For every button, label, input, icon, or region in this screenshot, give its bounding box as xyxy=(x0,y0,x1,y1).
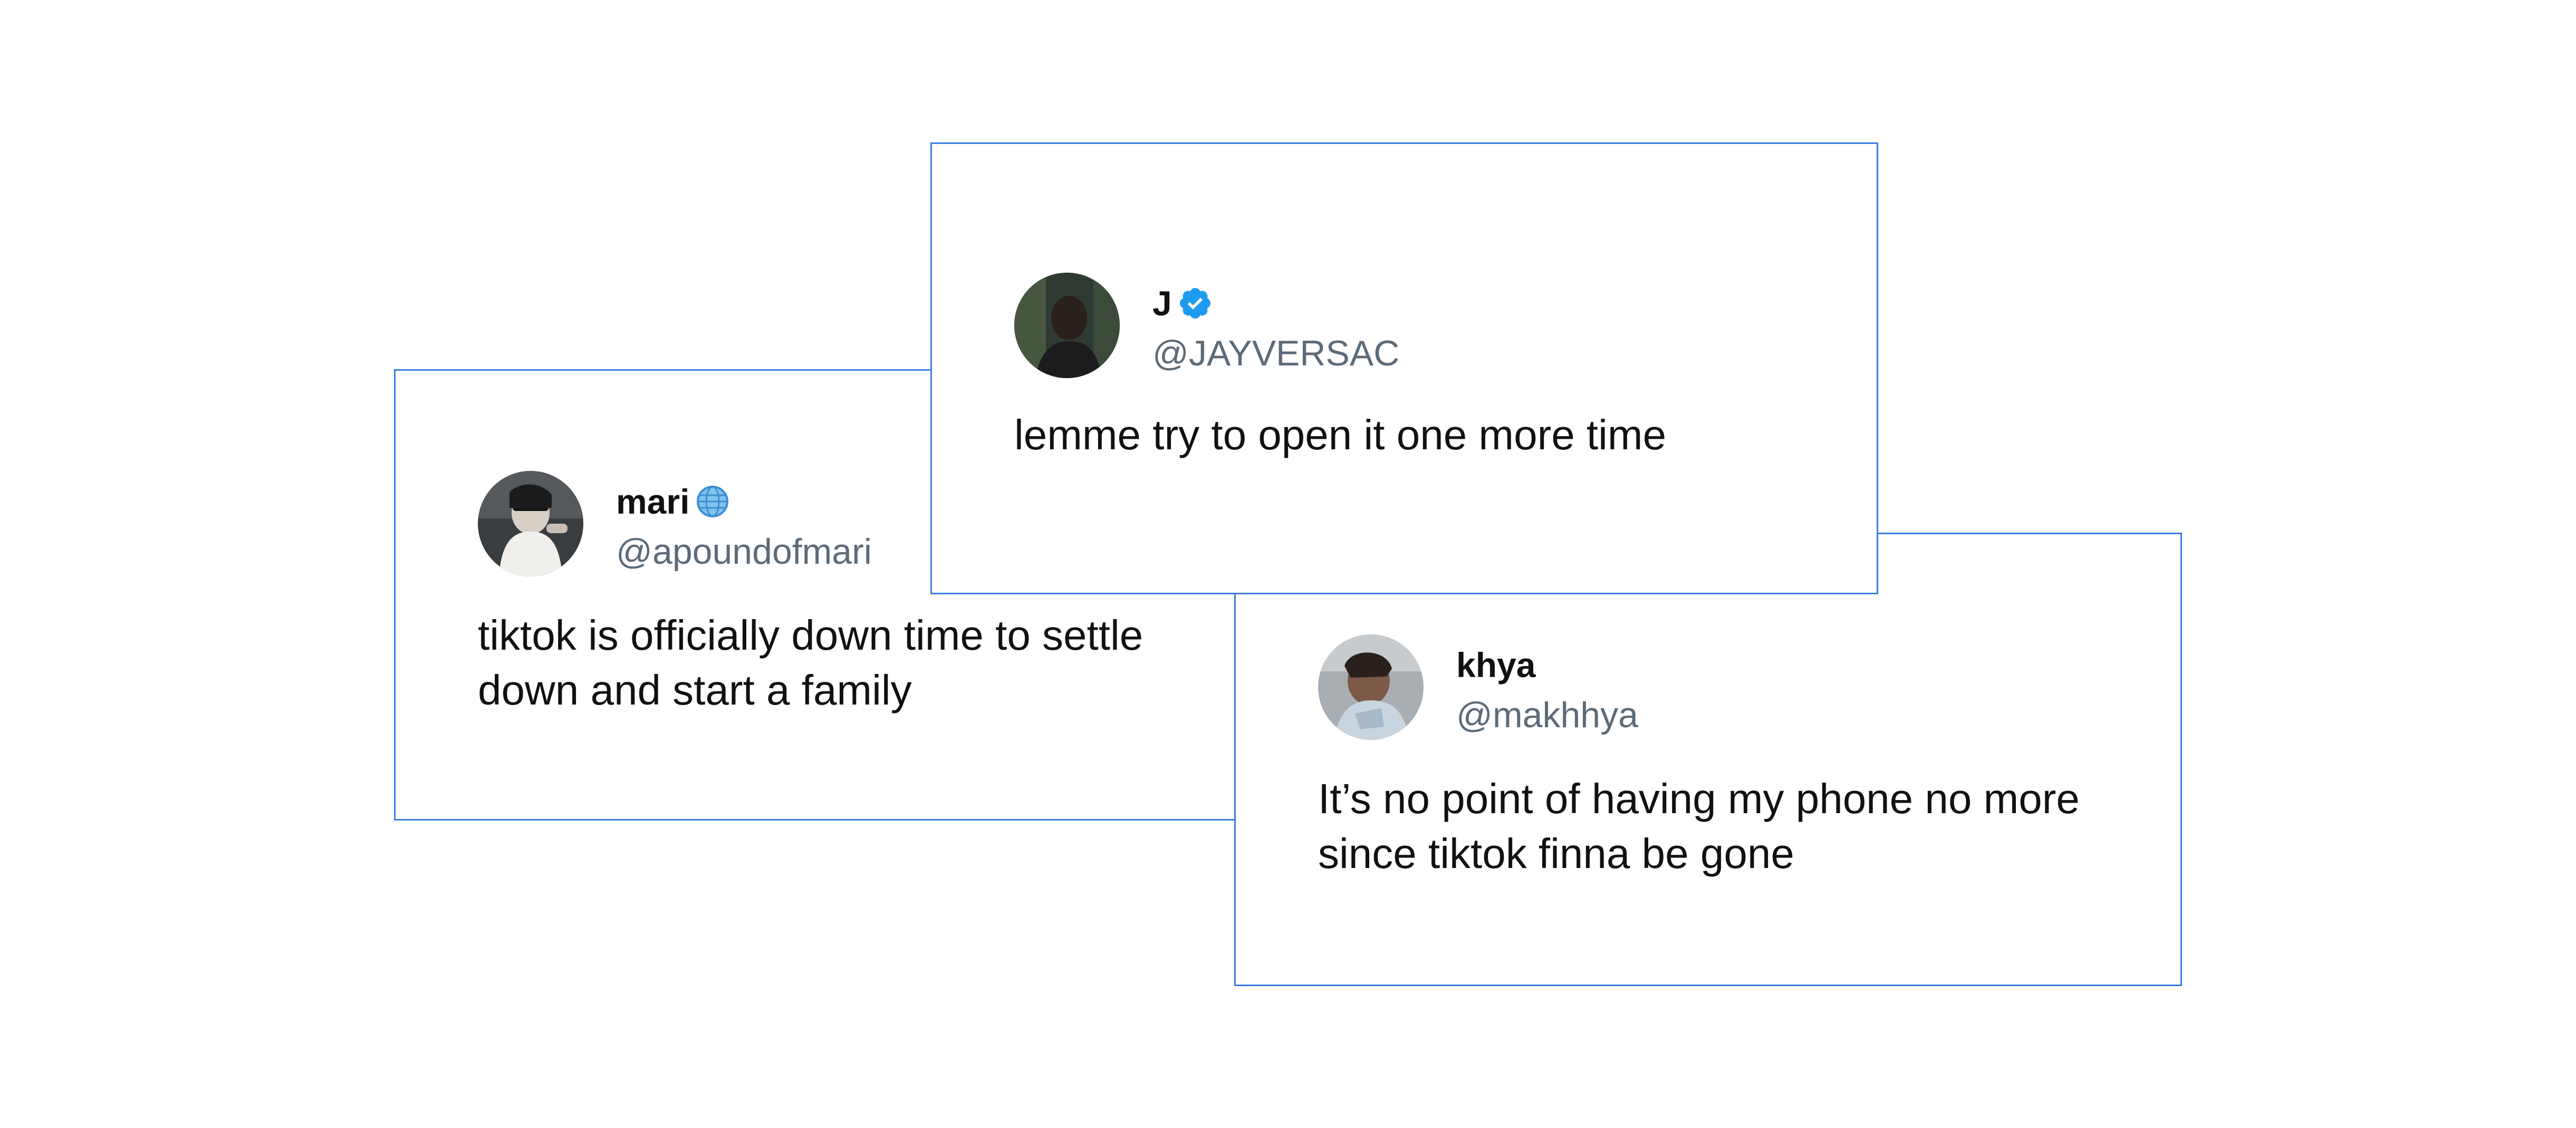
avatar[interactable] xyxy=(1318,634,1424,740)
avatar[interactable] xyxy=(478,471,583,576)
avatar[interactable] xyxy=(1014,273,1120,378)
tweet-header: khya @makhhya xyxy=(1318,634,1638,740)
display-name[interactable]: khya xyxy=(1456,648,1535,682)
user-meta: khya @makhhya xyxy=(1456,641,1638,733)
handle[interactable]: @JAYVERSAC xyxy=(1152,335,1399,371)
tweet-text: tiktok is officially down time to settle… xyxy=(478,612,1143,714)
user-meta: mari @apoundofmari xyxy=(616,478,872,570)
tweet-text: It’s no point of having my phone no more… xyxy=(1318,775,2080,877)
handle[interactable]: @makhhya xyxy=(1456,697,1638,733)
globe-icon xyxy=(695,484,730,519)
handle[interactable]: @apoundofmari xyxy=(616,534,872,570)
display-name[interactable]: mari xyxy=(616,484,689,519)
display-name[interactable]: J xyxy=(1152,286,1172,321)
tweet-card-j[interactable]: J @JAYVERSAC lemme try to open it one mo… xyxy=(930,142,1878,594)
verified-badge-icon xyxy=(1177,285,1213,321)
tweet-header: J @JAYVERSAC xyxy=(1014,273,1399,378)
name-row: mari xyxy=(616,478,872,525)
user-meta: J @JAYVERSAC xyxy=(1152,279,1399,371)
tweet-card-khya[interactable]: khya @makhhya It’s no point of having my… xyxy=(1234,533,2182,986)
tweet-header: mari @apoundofmari xyxy=(478,471,872,576)
name-row: khya xyxy=(1456,641,1638,689)
name-row: J xyxy=(1152,279,1399,327)
tweet-text: lemme try to open it one more time xyxy=(1014,411,1667,458)
